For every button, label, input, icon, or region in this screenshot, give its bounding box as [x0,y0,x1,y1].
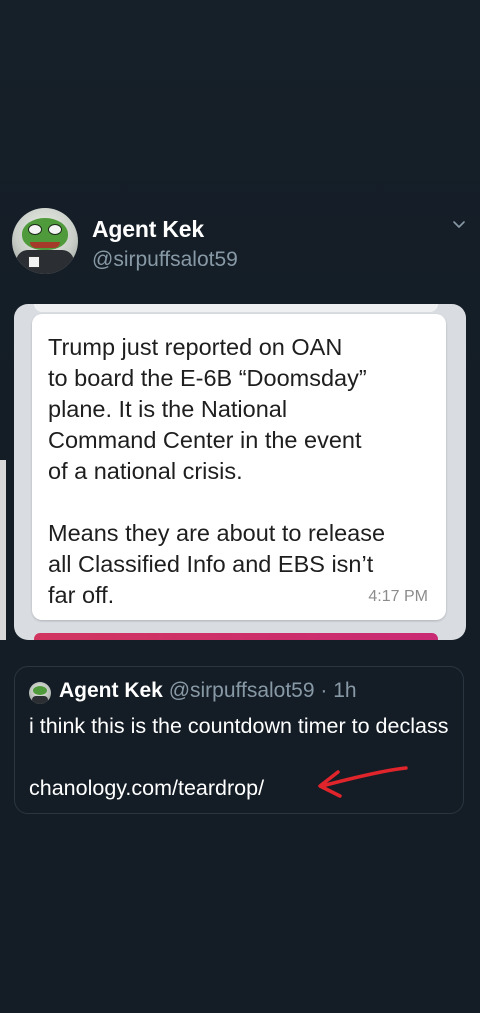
quote-display-name: Agent Kek [59,679,163,702]
avatar-eye-left [28,224,42,235]
tweet-header: Agent Kek @sirpuffsalot59 [12,208,468,278]
quote-text: i think this is the countdown timer to d… [29,714,449,738]
quote-link[interactable]: chanology.com/teardrop/ [29,773,264,804]
media-bottom-strip [34,633,438,640]
message-text: Trump just reported on OAN to board the … [48,334,386,608]
avatar-mouth [30,242,60,248]
tweet-media-image[interactable]: Trump just reported on OAN to board the … [14,304,466,640]
quote-avatar [29,682,51,704]
avatar-suit [16,250,74,274]
avatar-badge [28,256,40,268]
quote-meta: Agent Kek @sirpuffsalot59 · 1h [59,679,357,703]
message-bubble: Trump just reported on OAN to board the … [32,314,446,620]
quote-avatar-head [33,686,47,695]
quote-handle: @sirpuffsalot59 [168,679,315,702]
red-arrow-icon [318,766,408,798]
avatar-eye-right [48,224,62,235]
screen: Agent Kek @sirpuffsalot59 Trump just rep… [0,0,480,1013]
quote-avatar-suit [32,696,48,704]
chevron-down-icon[interactable] [452,218,466,232]
user-handle[interactable]: @sirpuffsalot59 [92,248,238,272]
quote-separator: · [320,679,328,702]
left-edge-strip [0,460,6,640]
message-time: 4:17 PM [368,588,428,605]
display-name[interactable]: Agent Kek [92,216,204,243]
avatar[interactable] [12,208,78,274]
quote-time: 1h [333,679,357,702]
media-top-strip [34,304,438,312]
